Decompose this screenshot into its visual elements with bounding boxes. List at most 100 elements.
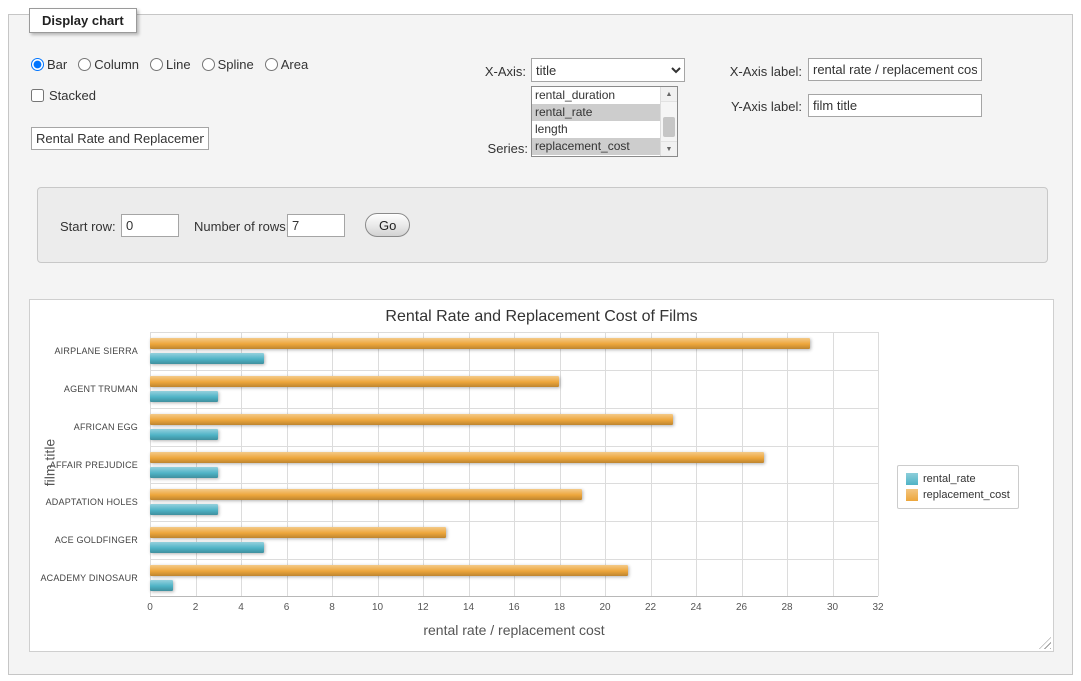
- bar-rental_rate: [150, 580, 173, 591]
- category-label: AFRICAN EGG: [74, 422, 138, 432]
- series-multiselect[interactable]: rental_durationrental_ratelengthreplacem…: [531, 86, 678, 157]
- y-gridline: [150, 408, 878, 409]
- number-of-rows-input[interactable]: [287, 214, 345, 237]
- bar-rental_rate: [150, 467, 218, 478]
- x-gridline: [787, 332, 788, 596]
- x-tick-label: 8: [329, 602, 335, 613]
- x-gridline: [878, 332, 879, 596]
- x-gridline: [287, 332, 288, 596]
- scrollbar-thumb[interactable]: [663, 117, 675, 137]
- y-gridline: [150, 446, 878, 447]
- chart-type-option-line[interactable]: Line: [150, 57, 191, 72]
- x-gridline: [514, 332, 515, 596]
- x-gridline: [696, 332, 697, 596]
- x-gridline: [332, 332, 333, 596]
- category-label: ADAPTATION HOLES: [46, 497, 138, 507]
- x-tick-label: 20: [599, 602, 610, 613]
- x-tick-label: 2: [193, 602, 199, 613]
- y-axis-label-label: Y-Axis label:: [709, 99, 802, 114]
- y-gridline: [150, 332, 878, 333]
- legend-item-rental_rate[interactable]: rental_rate: [906, 471, 1010, 487]
- panel-title: Display chart: [29, 8, 137, 33]
- chart-type-radio-spline[interactable]: [202, 58, 215, 71]
- bar-replacement_cost: [150, 414, 673, 425]
- chart-legend: rental_rate replacement_cost: [897, 465, 1019, 509]
- y-gridline: [150, 521, 878, 522]
- x-tick-label: 28: [781, 602, 792, 613]
- chart-type-group: Bar Column Line Spline Area: [31, 57, 308, 72]
- x-gridline: [833, 332, 834, 596]
- chart-title-input[interactable]: [31, 127, 209, 150]
- x-tick-label: 16: [508, 602, 519, 613]
- x-tick-label: 0: [147, 602, 153, 613]
- x-tick-label: 22: [645, 602, 656, 613]
- chart-type-radio-label: Bar: [47, 57, 67, 72]
- x-gridline: [742, 332, 743, 596]
- chart-type-radio-line[interactable]: [150, 58, 163, 71]
- y-gridline: [150, 559, 878, 560]
- chart-container: Rental Rate and Replacement Cost of Film…: [29, 299, 1054, 652]
- chart-type-option-bar[interactable]: Bar: [31, 57, 67, 72]
- go-button[interactable]: Go: [365, 213, 410, 237]
- chart-type-radio-label: Column: [94, 57, 139, 72]
- x-tick-label: 26: [736, 602, 747, 613]
- chart-type-radio-column[interactable]: [78, 58, 91, 71]
- x-tick-label: 32: [872, 602, 883, 613]
- resize-grip-icon[interactable]: [1039, 637, 1051, 649]
- bar-replacement_cost: [150, 527, 446, 538]
- series-options: rental_durationrental_ratelengthreplacem…: [532, 87, 660, 156]
- chart-title: Rental Rate and Replacement Cost of Film…: [30, 308, 1053, 326]
- bar-rental_rate: [150, 429, 218, 440]
- x-tick-label: 14: [463, 602, 474, 613]
- category-label: ACADEMY DINOSAUR: [40, 573, 138, 583]
- category-label: AIRPLANE SIERRA: [54, 346, 138, 356]
- bar-rental_rate: [150, 391, 218, 402]
- chart-type-option-area[interactable]: Area: [265, 57, 308, 72]
- legend-item-replacement_cost[interactable]: replacement_cost: [906, 487, 1010, 503]
- x-gridline: [651, 332, 652, 596]
- stacked-option[interactable]: Stacked: [31, 88, 96, 103]
- chart-x-axis-title: rental rate / replacement cost: [150, 622, 878, 638]
- stacked-checkbox[interactable]: [31, 89, 44, 102]
- x-tick-label: 18: [554, 602, 565, 613]
- chart-type-radio-bar[interactable]: [31, 58, 44, 71]
- y-axis-label-input[interactable]: [808, 94, 982, 117]
- series-scrollbar[interactable]: ▲ ▼: [660, 87, 677, 156]
- scroll-up-icon[interactable]: ▲: [661, 87, 677, 102]
- y-gridline: [150, 370, 878, 371]
- category-label: ACE GOLDFINGER: [55, 535, 138, 545]
- chart-type-radio-area[interactable]: [265, 58, 278, 71]
- x-axis-select-label: X-Axis:: [446, 64, 526, 79]
- x-axis-label-label: X-Axis label:: [709, 64, 802, 79]
- scroll-down-icon[interactable]: ▼: [661, 141, 677, 156]
- chart-type-radio-label: Area: [281, 57, 308, 72]
- series-option-rental_duration[interactable]: rental_duration: [532, 87, 660, 104]
- x-gridline: [378, 332, 379, 596]
- start-row-input[interactable]: [121, 214, 179, 237]
- series-option-length[interactable]: length: [532, 121, 660, 138]
- y-gridline: [150, 483, 878, 484]
- series-label: Series:: [448, 141, 528, 156]
- bar-replacement_cost: [150, 452, 764, 463]
- x-axis-select[interactable]: title: [531, 58, 685, 82]
- series-option-rental_rate[interactable]: rental_rate: [532, 104, 660, 121]
- x-axis-label-input[interactable]: [808, 58, 982, 81]
- x-gridline: [605, 332, 606, 596]
- chart-type-option-column[interactable]: Column: [78, 57, 139, 72]
- display-chart-panel: Display chart BarColumnLineSplineArea St…: [8, 14, 1073, 675]
- category-label: AFFAIR PREJUDICE: [50, 460, 138, 470]
- bar-replacement_cost: [150, 489, 582, 500]
- legend-label: rental_rate: [923, 473, 976, 485]
- x-gridline: [150, 332, 151, 596]
- x-tick-label: 12: [417, 602, 428, 613]
- bar-rental_rate: [150, 504, 218, 515]
- chart-type-radio-label: Spline: [218, 57, 254, 72]
- x-tick-label: 6: [284, 602, 290, 613]
- x-gridline: [560, 332, 561, 596]
- chart-type-option-spline[interactable]: Spline: [202, 57, 254, 72]
- x-tick-label: 4: [238, 602, 244, 613]
- series-option-replacement_cost[interactable]: replacement_cost: [532, 138, 660, 155]
- bar-replacement_cost: [150, 565, 628, 576]
- category-label: AGENT TRUMAN: [64, 384, 138, 394]
- row-range-box: Start row: Number of rows: Go: [37, 187, 1048, 263]
